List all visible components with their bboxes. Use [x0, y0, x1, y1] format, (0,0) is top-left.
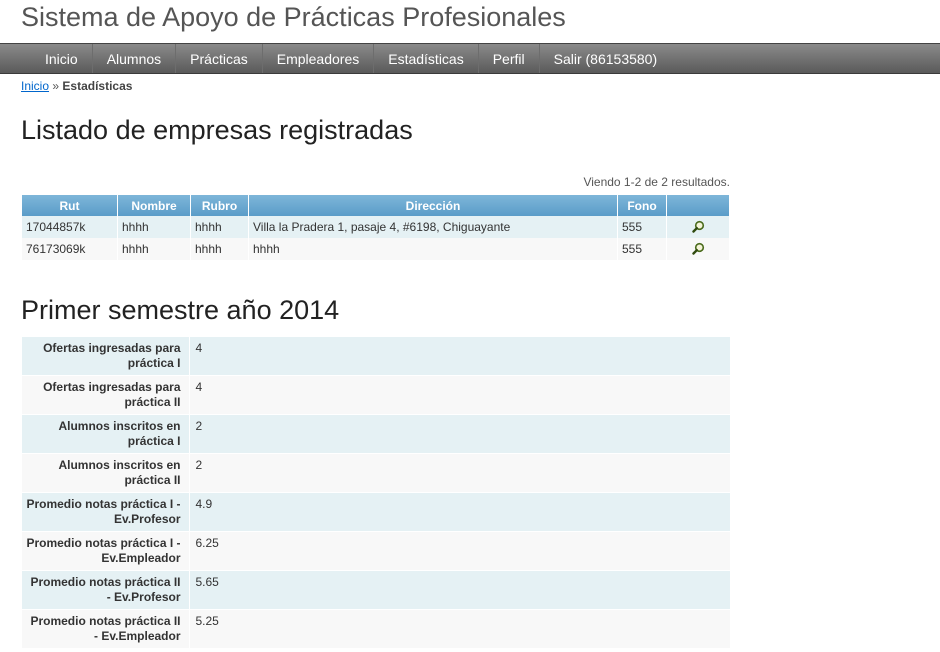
results-summary: Viendo 1-2 de 2 resultados.: [583, 175, 730, 189]
table-row: 76173069k hhhh hhhh hhhh 555: [22, 238, 730, 260]
stat-label: Promedio notas práctica I - Ev.Profesor: [22, 492, 189, 532]
stat-label: Promedio notas práctica II - Ev.Empleado…: [22, 609, 189, 649]
cell-direccion: Villa la Pradera 1, pasaje 4, #6198, Chi…: [248, 216, 618, 238]
nav-item-salir[interactable]: Salir (86153580): [540, 44, 672, 73]
stat-value: 2: [188, 414, 730, 454]
main-navbar: Inicio Alumnos Prácticas Empleadores Est…: [0, 43, 940, 74]
stat-label: Alumnos inscritos en práctica I: [22, 414, 189, 454]
nav-item-inicio[interactable]: Inicio: [31, 44, 93, 73]
cell-direccion: hhhh: [248, 238, 618, 260]
nav-item-practicas[interactable]: Prácticas: [176, 44, 263, 73]
column-header-rut[interactable]: Rut: [22, 195, 118, 216]
cell-rut: 17044857k: [22, 216, 118, 238]
stat-row: Ofertas ingresadas para práctica I 4: [22, 337, 730, 376]
nav-item-alumnos[interactable]: Alumnos: [93, 44, 177, 73]
stat-label: Ofertas ingresadas para práctica II: [22, 375, 189, 415]
stat-label: Promedio notas práctica II - Ev.Profesor: [22, 570, 189, 610]
companies-heading: Listado de empresas registradas: [21, 115, 413, 145]
stat-row: Promedio notas práctica II - Ev.Profesor…: [22, 570, 730, 610]
cell-rubro: hhhh: [190, 238, 249, 260]
nav-item-perfil[interactable]: Perfil: [479, 44, 540, 73]
cell-actions: [666, 216, 730, 238]
column-header-direccion[interactable]: Dirección: [248, 195, 618, 216]
companies-table: Rut Nombre Rubro Dirección Fono 17044857…: [22, 195, 730, 260]
column-header-actions: [666, 195, 730, 216]
cell-fono: 555: [617, 216, 667, 238]
stat-value: 4: [188, 375, 730, 415]
table-header-row: Rut Nombre Rubro Dirección Fono: [22, 195, 730, 216]
stat-row: Alumnos inscritos en práctica I 2: [22, 414, 730, 454]
breadcrumb-current: Estadísticas: [62, 79, 133, 93]
cell-fono: 555: [617, 238, 667, 260]
stat-value: 5.25: [188, 609, 730, 649]
magnifier-icon[interactable]: [692, 220, 705, 233]
breadcrumb-home-link[interactable]: Inicio: [21, 79, 49, 93]
nav-list: Inicio Alumnos Prácticas Empleadores Est…: [0, 44, 940, 73]
nav-item-estadisticas[interactable]: Estadísticas: [374, 44, 479, 73]
table-row: 17044857k hhhh hhhh Villa la Pradera 1, …: [22, 216, 730, 238]
cell-rubro: hhhh: [190, 216, 249, 238]
stat-label: Ofertas ingresadas para práctica I: [22, 337, 189, 376]
stat-row: Alumnos inscritos en práctica II 2: [22, 453, 730, 493]
cell-actions: [666, 238, 730, 260]
stat-value: 2: [188, 453, 730, 493]
column-header-rubro[interactable]: Rubro: [190, 195, 249, 216]
stat-label: Alumnos inscritos en práctica II: [22, 453, 189, 493]
cell-rut: 76173069k: [22, 238, 118, 260]
stat-value: 4: [188, 337, 730, 376]
stat-value: 5.65: [188, 570, 730, 610]
column-header-fono[interactable]: Fono: [617, 195, 667, 216]
semester-heading: Primer semestre año 2014: [21, 295, 340, 325]
site-title: Sistema de Apoyo de Prácticas Profesiona…: [21, 2, 566, 32]
semester-stats-table: Ofertas ingresadas para práctica I 4 Ofe…: [22, 337, 730, 649]
stat-row: Promedio notas práctica I - Ev.Profesor …: [22, 492, 730, 532]
column-header-nombre[interactable]: Nombre: [117, 195, 191, 216]
breadcrumb-separator: »: [52, 79, 60, 93]
stat-value: 4.9: [188, 492, 730, 532]
stat-row: Ofertas ingresadas para práctica II 4: [22, 375, 730, 415]
cell-nombre: hhhh: [117, 216, 191, 238]
stat-label: Promedio notas práctica I - Ev.Empleador: [22, 531, 189, 571]
stat-value: 6.25: [188, 531, 730, 571]
nav-item-empleadores[interactable]: Empleadores: [263, 44, 375, 73]
breadcrumb: Inicio » Estadísticas: [21, 79, 132, 93]
stat-row: Promedio notas práctica I - Ev.Empleador…: [22, 531, 730, 571]
stat-row: Promedio notas práctica II - Ev.Empleado…: [22, 609, 730, 649]
cell-nombre: hhhh: [117, 238, 191, 260]
magnifier-icon[interactable]: [692, 242, 705, 255]
